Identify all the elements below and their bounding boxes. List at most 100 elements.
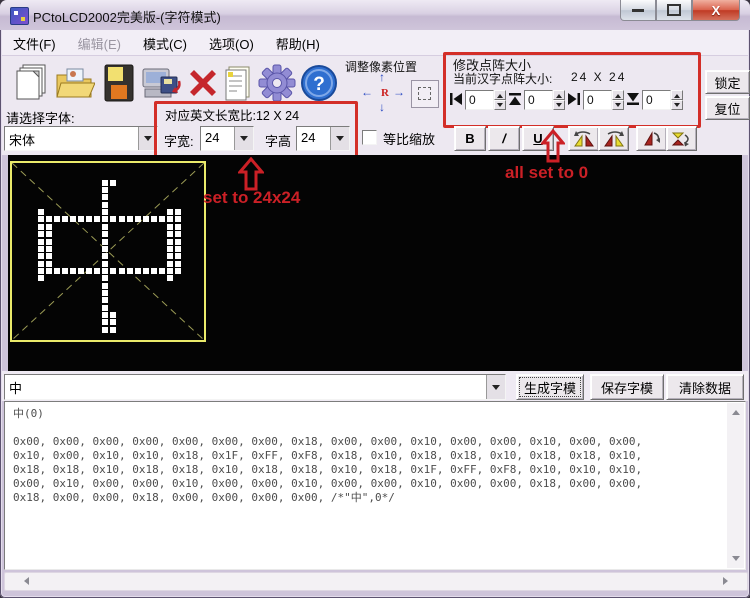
rotate-left-button[interactable] [568,126,599,151]
lock-button[interactable]: 锁定 [705,70,750,94]
char-height-value: 24 [297,127,330,150]
pixel-on [159,268,165,274]
menu-item-0[interactable]: 文件(F) [2,30,67,57]
menu-item-2[interactable]: 模式(C) [132,30,198,57]
pixel-on [102,268,108,274]
pixel-position-group: 调整像素位置 ↑ ← R → ↓ [343,58,443,128]
pixel-on [159,216,165,222]
scroll-down-button[interactable] [728,553,743,568]
spin-down-icon[interactable] [494,100,506,110]
matrix-spinners: 0 0 0 0 [449,88,697,112]
move-right-icon[interactable]: → [393,85,405,99]
char-input-dropdown[interactable] [486,375,505,399]
pixel-on [38,268,44,274]
char-height-combo[interactable]: 24 [296,126,350,151]
move-up-icon[interactable]: ↑ [379,70,385,84]
shrink-top-value[interactable]: 0 [524,90,553,110]
reset-button[interactable]: 复位 [705,96,750,120]
pixel-on [86,216,92,222]
chevron-down-icon [492,385,500,394]
save-font-button[interactable]: 保存字模 [590,374,664,400]
vertical-scrollbar[interactable] [727,403,744,568]
char-width-label: 字宽: [164,131,194,150]
reset-position-icon[interactable]: R [381,87,389,99]
restore-icon [667,4,681,16]
flip-vertical-button[interactable] [666,126,697,151]
bold-button[interactable]: B [454,126,486,151]
shrink-right-spin-buttons[interactable] [612,90,624,110]
shrink-left-value[interactable]: 0 [465,90,494,110]
flip-horizontal-button[interactable] [636,126,667,151]
settings-button[interactable] [256,60,298,106]
horizontal-scrollbar[interactable] [4,572,748,591]
pixel-on [102,283,108,289]
shrink-left-icon [449,92,464,108]
move-left-icon[interactable]: ← [361,85,373,99]
output-area[interactable]: 中(0)0x00, 0x00, 0x00, 0x00, 0x00, 0x00, … [4,401,746,570]
matrix-spinner-shrink-left: 0 [449,89,506,111]
export-button[interactable] [140,60,182,106]
italic-button[interactable]: / [488,126,520,151]
char-width-combo[interactable]: 24 [200,126,254,151]
close-button[interactable]: X [692,0,740,21]
output-text[interactable]: 中(0)0x00, 0x00, 0x00, 0x00, 0x00, 0x00, … [13,407,721,565]
pixel-on [94,216,100,222]
pixel-on [143,216,149,222]
menu-item-1: 编辑(E) [67,30,132,57]
pixel-on [102,246,108,252]
pixel-on [102,290,108,296]
minimize-button[interactable] [620,0,656,21]
pixel-canvas[interactable] [8,155,742,371]
scroll-right-icon [723,577,732,585]
pixel-grid[interactable] [10,161,206,342]
annotation-all-set: all set to 0 [505,163,588,183]
delete-button[interactable] [182,60,224,106]
shrink-top-spin-buttons[interactable] [553,90,565,110]
title-bar[interactable]: PCtoLCD2002完美版-(字符模式) X [0,0,750,30]
new-file-button[interactable] [10,60,52,106]
scroll-up-button[interactable] [728,403,743,418]
save-button[interactable] [98,60,140,106]
char-input-combo[interactable]: 中 [4,374,506,400]
pixel-on [70,268,76,274]
pixel-on [102,209,108,215]
rotate-right-button[interactable] [598,126,629,151]
menu-item-4[interactable]: 帮助(H) [265,30,331,57]
spin-up-icon[interactable] [494,90,506,100]
pixel-on [127,216,133,222]
clear-data-button[interactable]: 清除数据 [666,374,744,400]
shrink-left-spin-buttons[interactable] [494,90,506,110]
scroll-right-button[interactable] [720,574,735,587]
restore-button[interactable] [656,0,692,21]
spin-down-icon[interactable] [671,100,683,110]
spin-up-icon[interactable] [553,90,565,100]
shrink-right-value[interactable]: 0 [583,90,612,110]
pixel-on [38,261,44,267]
pixel-on [54,268,60,274]
proportional-scale-checkbox[interactable] [362,130,377,145]
spin-up-icon[interactable] [612,90,624,100]
shrink-bottom-spin-buttons[interactable] [671,90,683,110]
spin-down-icon[interactable] [612,100,624,110]
annotation-arrow-up-2 [541,129,565,163]
center-frame-button[interactable] [411,80,439,108]
shrink-bottom-value[interactable]: 0 [642,90,671,110]
spin-up-icon[interactable] [671,90,683,100]
pixel-on [175,239,181,245]
help-button[interactable]: ? [298,60,340,106]
pixel-on [102,239,108,245]
report-button[interactable] [221,60,255,106]
scroll-left-button[interactable] [17,574,32,587]
spin-down-icon[interactable] [553,100,565,110]
pixel-on [46,231,52,237]
char-width-dropdown[interactable] [234,127,253,150]
new-file-icon [13,63,49,103]
char-height-dropdown[interactable] [330,127,349,150]
shrink-bottom-icon [626,92,641,108]
open-file-button[interactable] [54,60,96,106]
generate-font-button[interactable]: 生成字模 [516,374,584,400]
menu-item-3[interactable]: 选项(O) [198,30,265,57]
move-down-icon[interactable]: ↓ [379,100,385,114]
window-title: PCtoLCD2002完美版-(字符模式) [33,7,221,26]
font-select-combo[interactable]: 宋体 [4,126,158,151]
